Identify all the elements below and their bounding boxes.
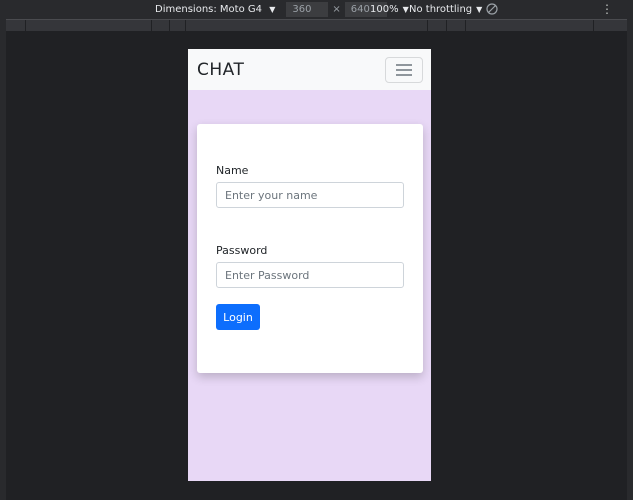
throttling-dropdown[interactable]: No throttling ▼ [409, 0, 482, 19]
dimension-separator: × [332, 4, 341, 15]
ruler-tick [427, 20, 428, 31]
name-placeholder: Enter your name [225, 188, 318, 202]
hamburger-menu-icon [396, 63, 412, 76]
devtools-device-toolbar: Dimensions: Moto G4 ▼ 360 × 640 100% ▼ N… [0, 0, 633, 19]
navbar: CHAT [188, 49, 431, 90]
name-input[interactable]: Enter your name [216, 182, 404, 208]
zoom-dropdown[interactable]: 100% ▼ [370, 0, 409, 19]
brand-logo[interactable]: CHAT [197, 60, 244, 80]
ruler-tick [593, 20, 594, 31]
device-viewport: CHAT Name Enter your name Password Enter… [188, 49, 431, 481]
ruler-tick [25, 20, 26, 31]
dropdown-caret-icon: ▼ [476, 5, 483, 14]
left-edge-panel [0, 19, 6, 500]
zoom-level: 100% [370, 4, 399, 15]
right-edge-panel [627, 19, 633, 500]
dropdown-caret-icon: ▼ [269, 5, 276, 14]
ruler-tick [169, 20, 170, 31]
navbar-toggler-button[interactable] [385, 56, 423, 83]
ruler-tick [185, 20, 186, 31]
ruler-tick [465, 20, 466, 31]
ruler-tick [151, 20, 152, 31]
more-options-icon[interactable]: ⋮ [601, 1, 613, 17]
dropdown-caret-icon: ▼ [402, 5, 409, 14]
throttling-label: No throttling [409, 4, 473, 15]
password-input[interactable]: Enter Password [216, 262, 404, 288]
password-label: Password [216, 244, 268, 257]
device-dimensions-label: Dimensions: Moto G4 [155, 4, 262, 15]
login-card: Name Enter your name Password Enter Pass… [197, 124, 423, 373]
device-dimensions-dropdown[interactable]: Dimensions: Moto G4 ▼ [155, 4, 275, 15]
login-button[interactable]: Login [216, 304, 260, 330]
ruler-tick [446, 20, 447, 31]
media-query-ruler [6, 19, 627, 31]
device-dimensions-group: Dimensions: Moto G4 ▼ 360 × 640 [155, 0, 387, 19]
rotate-icon[interactable] [485, 2, 499, 16]
password-placeholder: Enter Password [225, 268, 310, 282]
name-label: Name [216, 164, 249, 177]
device-width-input[interactable]: 360 [286, 2, 329, 17]
